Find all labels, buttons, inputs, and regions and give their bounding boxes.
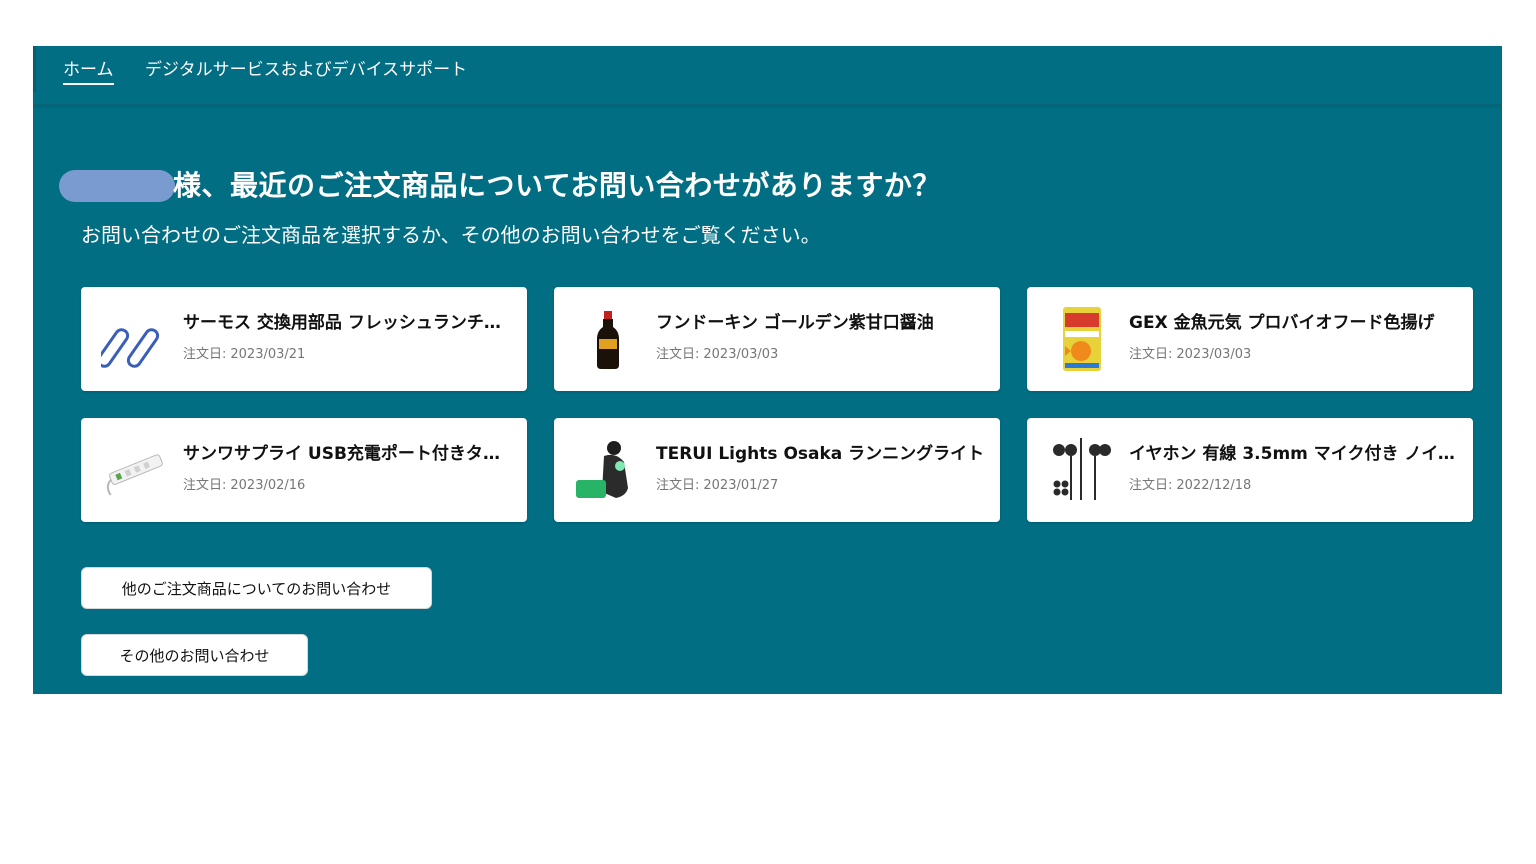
paperclip-product-icon: [101, 305, 169, 373]
redacted-customer-name: [59, 170, 175, 202]
main-panel: ホーム デジタルサービスおよびデバイスサポート 様、最近のご注文商品についてお問…: [33, 46, 1502, 694]
order-date-value: 2023/02/16: [230, 478, 306, 493]
order-date: 注文日: 2023/03/03: [656, 343, 782, 362]
nav-digital-support-link[interactable]: デジタルサービスおよびデバイスサポート: [145, 59, 467, 81]
order-date-value: 2023/01/27: [703, 478, 779, 493]
order-card[interactable]: サーモス 交換用部品 フレッシュランチボックス 注文日:2023/03/21: [81, 287, 527, 391]
nav-accent-bar: [33, 46, 36, 92]
order-date-label: 注文日:: [1129, 478, 1173, 493]
running-light-icon: [574, 436, 642, 504]
greeting-title: 様、最近のご注文商品についてお問い合わせがありますか？: [173, 169, 941, 202]
power-strip-icon: [101, 436, 169, 504]
earphones-icon: [1047, 436, 1115, 504]
top-navigation: ホーム デジタルサービスおよびデバイスサポート: [33, 46, 1502, 105]
order-date-label: 注文日:: [183, 478, 227, 493]
order-date-label: 注文日:: [1129, 347, 1173, 362]
order-title: サンワサプライ USB充電ポート付きタップ: [183, 444, 513, 464]
order-date-value: 2022/12/18: [1176, 478, 1252, 493]
order-date-value: 2023/03/03: [1176, 347, 1252, 362]
order-date: 注文日: 2023/02/16: [183, 474, 309, 493]
order-date-value: 2023/03/21: [230, 347, 306, 362]
order-card[interactable]: フンドーキン ゴールデン紫甘口醤油 注文日: 2023/03/03: [554, 287, 1000, 391]
other-inquiries-button[interactable]: その他のお問い合わせ: [81, 634, 308, 676]
order-title: イヤホン 有線 3.5mm マイク付き ノイズキャンセリング: [1129, 444, 1459, 464]
order-title: サーモス 交換用部品 フレッシュランチボックス: [183, 313, 513, 333]
order-title: フンドーキン ゴールデン紫甘口醤油: [656, 313, 934, 333]
order-date: 注文日: 2023/03/03: [1129, 343, 1255, 362]
soy-sauce-bottle-icon: [574, 305, 642, 373]
order-date-value: 2023/03/03: [703, 347, 779, 362]
order-title: GEX 金魚元気 プロバイオフード色揚げ: [1129, 313, 1435, 333]
order-title: TERUI Lights Osaka ランニングライト: [656, 444, 985, 464]
page-subtitle: お問い合わせのご注文商品を選択するか、その他のお問い合わせをご覧ください。: [81, 223, 821, 247]
order-date: 注文日: 2022/12/18: [1129, 474, 1255, 493]
order-date: 注文日: 2023/01/27: [656, 474, 782, 493]
order-date-label: 注文日:: [656, 478, 700, 493]
order-date-label: 注文日:: [656, 347, 700, 362]
other-orders-inquiry-button[interactable]: 他のご注文商品についてのお問い合わせ: [81, 567, 432, 609]
order-card[interactable]: イヤホン 有線 3.5mm マイク付き ノイズキャンセリング 注文日:2022/…: [1027, 418, 1473, 522]
nav-home-link[interactable]: ホーム: [63, 59, 114, 85]
order-date-label: 注文日:: [183, 347, 227, 362]
fish-food-package-icon: [1047, 305, 1115, 373]
order-card[interactable]: サンワサプライ USB充電ポート付きタップ 注文日: 2023/02/16: [81, 418, 527, 522]
order-card[interactable]: TERUI Lights Osaka ランニングライト 注文日: 2023/01/…: [554, 418, 1000, 522]
order-date: 注文日: 2023/03/21: [183, 343, 309, 362]
order-card[interactable]: GEX 金魚元気 プロバイオフード色揚げ 注文日: 2023/03/03: [1027, 287, 1473, 391]
